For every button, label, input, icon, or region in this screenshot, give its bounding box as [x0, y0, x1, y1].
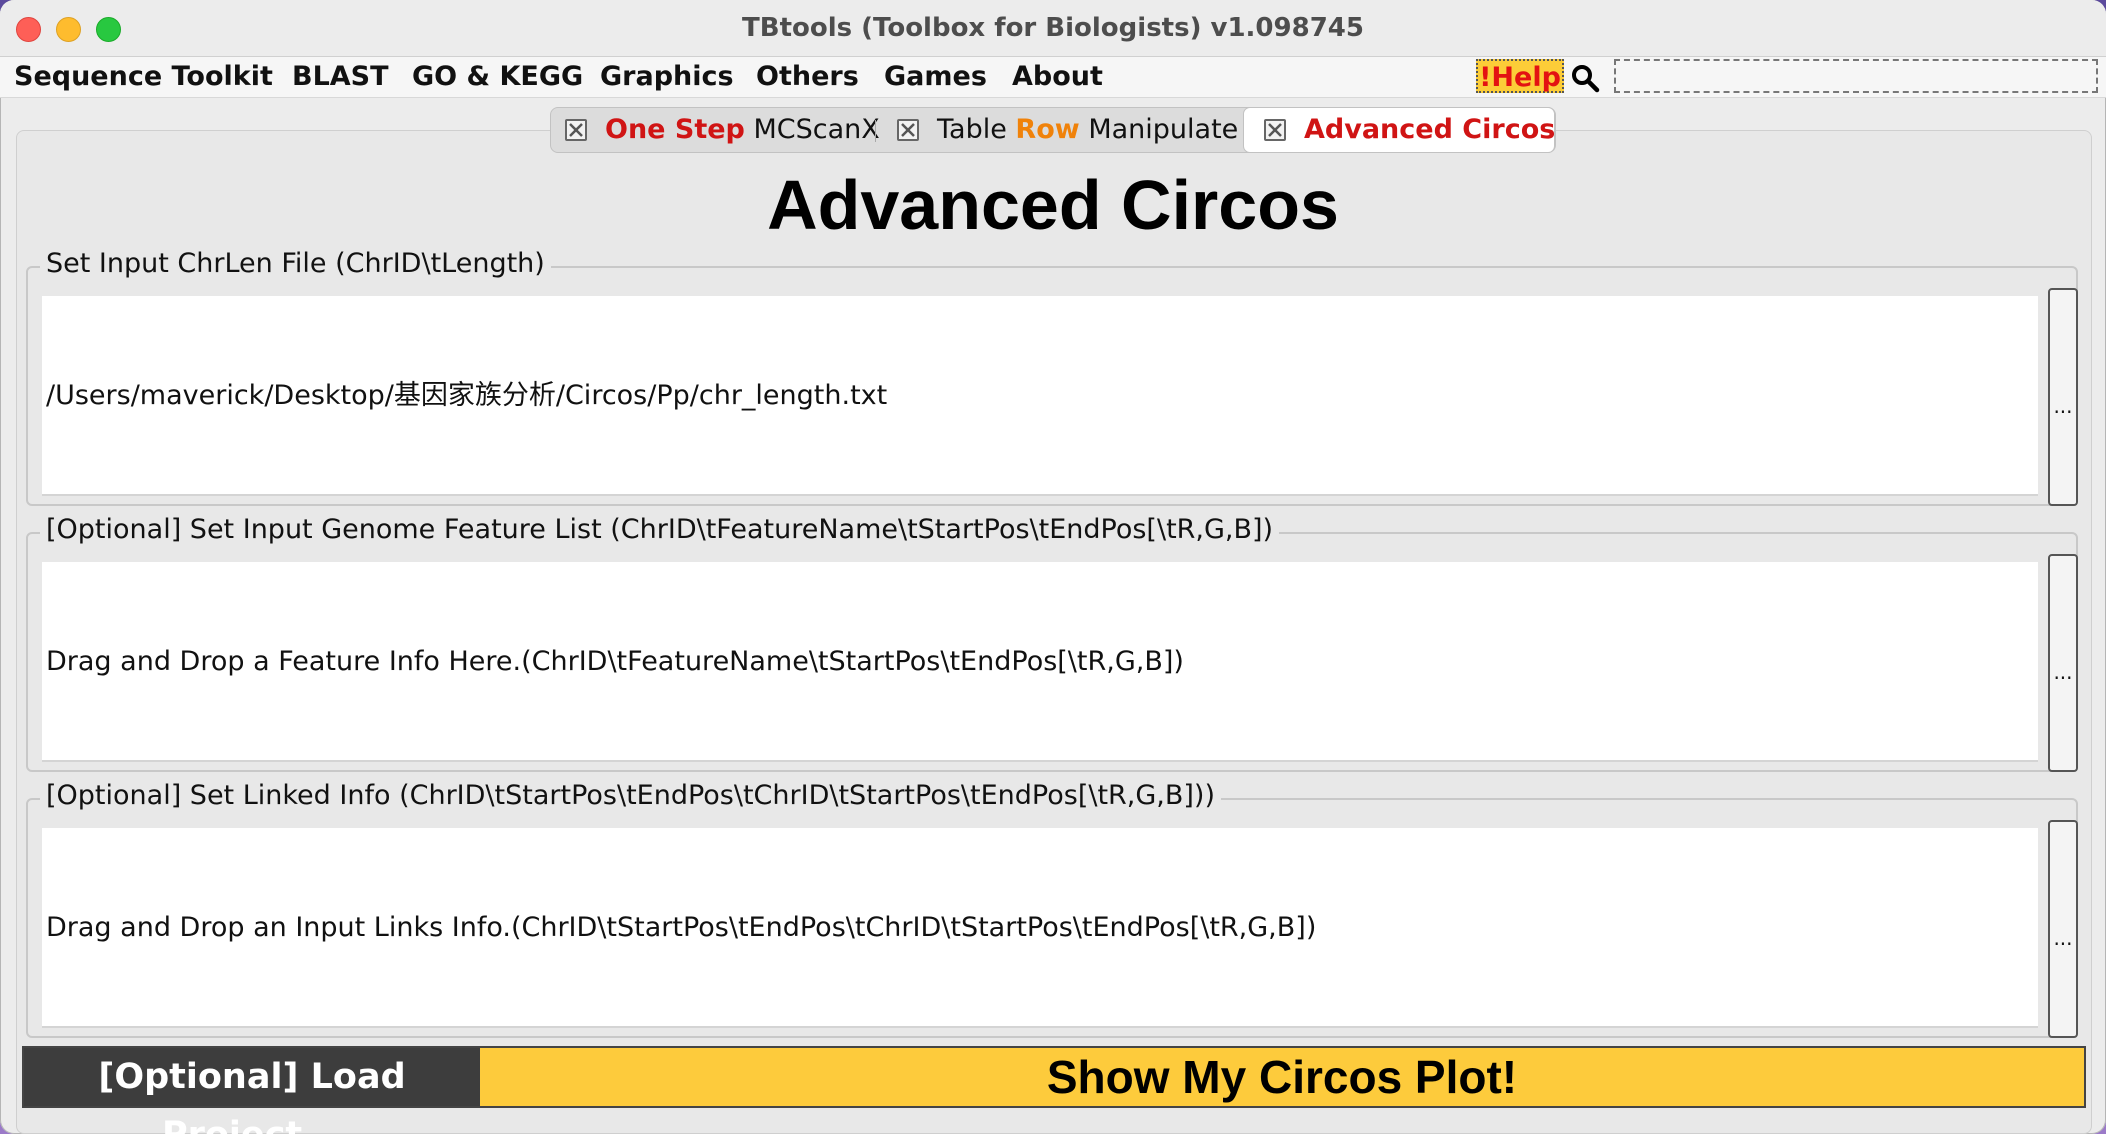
search-icon[interactable]: [1570, 63, 1600, 93]
tab-label-part: One Step: [605, 114, 745, 145]
load-project-button[interactable]: [Optional] Load Project...: [24, 1048, 480, 1134]
tab-label-part: Manipulate: [1088, 114, 1239, 145]
field-value: Drag and Drop a Feature Info Here.(ChrID…: [46, 646, 1184, 677]
menu-blast[interactable]: BLAST: [292, 57, 389, 97]
tab-bar: One Step MCScanX Table Row Manipulate Ad…: [550, 107, 1556, 153]
menu-bar: Sequence Toolkit BLAST GO & KEGG Graphic…: [0, 57, 2106, 98]
browse-label: ...: [2053, 660, 2073, 684]
chrlen-browse-button[interactable]: ...: [2048, 288, 2078, 506]
title-bar: TBtools (Toolbox for Biologists) v1.0987…: [0, 0, 2106, 57]
tab-separator: [875, 120, 876, 142]
tab-label-part: MCScanX: [753, 114, 880, 145]
menu-others[interactable]: Others: [756, 57, 859, 97]
group-legend: [Optional] Set Input Genome Feature List…: [40, 512, 1280, 548]
links-browse-button[interactable]: ...: [2048, 820, 2078, 1038]
window-title: TBtools (Toolbox for Biologists) v1.0987…: [742, 13, 1364, 43]
group-legend: [Optional] Set Linked Info (ChrID\tStart…: [40, 778, 1222, 814]
menu-go-kegg[interactable]: GO & KEGG: [412, 57, 583, 97]
menu-games[interactable]: Games: [884, 57, 987, 97]
chrlen-file-group: Set Input ChrLen File (ChrID\tLength) /U…: [26, 246, 2078, 506]
feature-browse-button[interactable]: ...: [2048, 554, 2078, 772]
show-circos-plot-button[interactable]: Show My Circos Plot!: [480, 1048, 2084, 1106]
field-value: Drag and Drop an Input Links Info.(ChrID…: [46, 912, 1317, 943]
tab-label-part: Table: [937, 114, 1007, 145]
field-value: /Users/maverick/Desktop/基因家族分析/Circos/Pp…: [46, 380, 888, 411]
tab-advanced-circos[interactable]: Advanced Circos: [1243, 107, 1555, 153]
menu-sequence-toolkit[interactable]: Sequence Toolkit: [14, 57, 273, 97]
app-window: TBtools (Toolbox for Biologists) v1.0987…: [0, 0, 2106, 1134]
action-bar: [Optional] Load Project... Show My Circo…: [22, 1046, 2086, 1134]
menu-about[interactable]: About: [1012, 57, 1103, 97]
menu-graphics[interactable]: Graphics: [600, 57, 734, 97]
help-button[interactable]: !Help: [1476, 59, 1564, 93]
search-input[interactable]: [1614, 59, 2098, 93]
chrlen-file-input[interactable]: /Users/maverick/Desktop/基因家族分析/Circos/Pp…: [42, 296, 2038, 496]
close-icon[interactable]: [897, 119, 919, 141]
group-legend: Set Input ChrLen File (ChrID\tLength): [40, 246, 551, 282]
tab-table-row-manipulate[interactable]: Table Row Manipulate: [897, 108, 1238, 152]
close-icon[interactable]: [1264, 119, 1286, 141]
linked-info-group: [Optional] Set Linked Info (ChrID\tStart…: [26, 778, 2078, 1038]
tab-label: Advanced Circos: [1304, 114, 1556, 145]
feature-list-group: [Optional] Set Input Genome Feature List…: [26, 512, 2078, 772]
feature-list-input[interactable]: Drag and Drop a Feature Info Here.(ChrID…: [42, 562, 2038, 762]
browse-label: ...: [2053, 926, 2073, 950]
browse-label: ...: [2053, 394, 2073, 418]
tab-label-part: Row: [1015, 114, 1080, 145]
linked-info-input[interactable]: Drag and Drop an Input Links Info.(ChrID…: [42, 828, 2038, 1028]
close-icon[interactable]: [565, 119, 587, 141]
page-title: Advanced Circos: [767, 166, 1339, 244]
tab-one-step-mcscanx[interactable]: One Step MCScanX: [565, 108, 880, 152]
